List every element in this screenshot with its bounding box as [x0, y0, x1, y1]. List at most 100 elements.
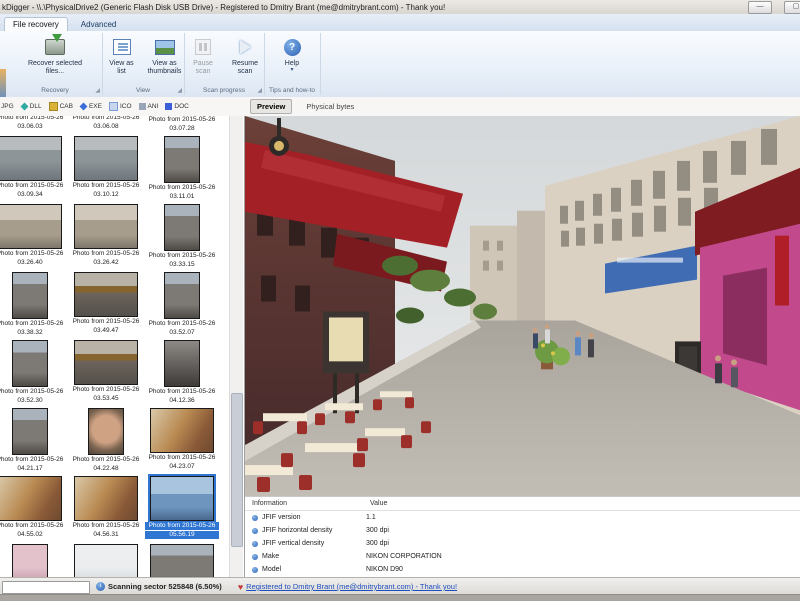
photo-thumbnail: [0, 204, 62, 249]
recovered-photo-item[interactable]: Photo from 2015-05-2605.59.10: [144, 542, 220, 577]
tab-advanced[interactable]: Advanced: [72, 17, 126, 31]
view-as-thumbnails-button[interactable]: View as thumbnails: [145, 36, 184, 76]
filetype-label: ANI: [148, 103, 159, 110]
recovered-photo-item[interactable]: Photo from 2015-05-2604.55.02: [0, 474, 68, 542]
filetype-label: CAB: [60, 103, 73, 110]
recovered-photo-item[interactable]: Photo from 2015-05-2603.38.32: [0, 270, 68, 338]
recovered-photo-item[interactable]: Photo from 2015-05-2603.07.28: [144, 116, 220, 134]
thumbnail-caption: Photo from 2015-05-26: [69, 116, 143, 122]
recovered-photo-item[interactable]: Photo from 2015-05-2603.33.15: [144, 202, 220, 270]
exe-file-icon: [80, 103, 88, 111]
recovered-photo-item[interactable]: Photo from 2015-05-2604.12.36: [144, 338, 220, 406]
maximize-button[interactable]: ▢: [784, 1, 800, 14]
photo-thumbnail: [150, 544, 214, 577]
recovered-photo-item[interactable]: Photo from 2015-05-2603.11.01: [144, 134, 220, 202]
filter-band: JPG DLL CAB EXE ICO ANI DOC Preview Physical b…: [0, 97, 800, 117]
preview-tab-bar: Preview Physical bytes: [250, 99, 360, 114]
group-label-tips: Tips and how-to: [264, 87, 320, 94]
pause-icon: [192, 36, 214, 58]
view-as-list-button[interactable]: View as list: [102, 36, 141, 76]
dialog-launcher-icon[interactable]: ◢: [177, 87, 182, 94]
photo-thumbnail: [88, 408, 124, 455]
info-bullet-icon: [252, 515, 258, 521]
filetype-exe[interactable]: EXE: [80, 103, 102, 110]
recover-selected-files-button[interactable]: Recover selected files...: [27, 36, 83, 76]
tab-file-recovery[interactable]: File recovery: [4, 17, 68, 31]
recovered-photo-item[interactable]: Photo from 2015-05-2603.49.47: [68, 270, 144, 338]
ribbon-group-view: View as list View as thumbnails View ◢: [102, 33, 185, 95]
scan-status-text: Scanning sector 525848 (6.50%): [108, 582, 222, 591]
filetype-label: JPG: [1, 103, 14, 110]
recovered-photo-item[interactable]: Photo from 2015-05-2603.26.40: [0, 202, 68, 270]
photo-thumbnail: [150, 408, 214, 453]
thumbnail-time: 03.26.40: [0, 259, 67, 267]
recovered-photo-item[interactable]: Photo from 2015-05-2603.52.07: [144, 270, 220, 338]
tab-preview[interactable]: Preview: [250, 99, 292, 114]
photo-preview-street-scene: [245, 116, 800, 496]
thumbnail-time: 03.53.45: [69, 395, 143, 403]
info-row-value: NIKON CORPORATION: [358, 553, 442, 560]
help-button[interactable]: ? Help ▾: [270, 36, 314, 73]
recovered-photo-item[interactable]: Photo from 2015-05-2605.58.22: [68, 542, 144, 577]
thumbnail-time: 04.23.07: [145, 463, 219, 471]
help-icon: ?: [281, 36, 303, 58]
recovered-photo-item[interactable]: Photo from 2015-05-2604.56.31: [68, 474, 144, 542]
recovered-photo-item[interactable]: Photo from 2015-05-2603.52.30: [0, 338, 68, 406]
info-table-row: MakeNIKON CORPORATION: [245, 550, 800, 563]
info-row-label: Make: [252, 553, 358, 560]
resume-scan-button[interactable]: Resume scan: [226, 36, 264, 76]
recovered-photo-item[interactable]: Photo from 2015-05-2605.56.19: [144, 474, 220, 542]
info-row-label: JFIF version: [252, 514, 358, 521]
filetype-label: DOC: [174, 103, 188, 110]
recovered-photo-item[interactable]: Photo from 2015-05-2605.57.40: [0, 542, 68, 577]
filetype-ico[interactable]: ICO: [109, 102, 132, 111]
chevron-down-icon: ▾: [290, 68, 293, 73]
info-label-text: JFIF version: [262, 514, 301, 521]
photo-thumbnail: [0, 476, 62, 521]
recovered-photo-item[interactable]: Photo from 2015-05-2603.53.45: [68, 338, 144, 406]
thumbnail-time: 03.06.08: [69, 123, 143, 131]
recovered-photo-item[interactable]: Photo from 2015-05-2603.06.03: [0, 116, 68, 134]
recovered-photo-item[interactable]: Photo from 2015-05-2604.23.07: [144, 406, 220, 474]
dialog-launcher-icon[interactable]: ◢: [95, 87, 100, 94]
info-row-value: 1.1: [358, 514, 376, 521]
thumbnail-time: 04.22.48: [69, 465, 143, 473]
thumbnail-time: 04.12.36: [145, 397, 219, 405]
recovered-photo-item[interactable]: Photo from 2015-05-2603.10.12: [68, 134, 144, 202]
cab-file-icon: [49, 102, 58, 111]
recovered-photo-item[interactable]: Photo from 2015-05-2604.21.17: [0, 406, 68, 474]
filetype-doc[interactable]: DOC: [165, 103, 188, 110]
thumbnail-time: 03.38.32: [0, 329, 67, 337]
minimize-button[interactable]: —: [748, 1, 772, 14]
filetype-ani[interactable]: ANI: [139, 103, 159, 110]
recovered-photo-item[interactable]: Photo from 2015-05-2603.06.08: [68, 116, 144, 134]
recovered-photo-item[interactable]: Photo from 2015-05-2603.26.42: [68, 202, 144, 270]
filetype-dll[interactable]: DLL: [21, 103, 42, 110]
vertical-scrollbar[interactable]: [229, 116, 243, 577]
info-row-label: JFIF vertical density: [252, 540, 358, 547]
filetype-label: DLL: [30, 103, 42, 110]
window-title: kDigger - \\.\PhysicalDrive2 (Generic Fl…: [0, 3, 445, 12]
photo-thumbnail: [12, 544, 48, 577]
thumbnail-caption: Photo from 2015-05-26: [145, 320, 219, 328]
thumbnail-caption: Photo from 2015-05-26: [69, 386, 143, 394]
thumbnail-caption: Photo from 2015-05-26: [0, 182, 67, 190]
thumbnail-view-icon: [154, 36, 176, 58]
recovered-photo-item[interactable]: Photo from 2015-05-2603.09.34: [0, 134, 68, 202]
info-table-row: JFIF horizontal density300 dpi: [245, 524, 800, 537]
filetype-jpg[interactable]: JPG: [0, 103, 14, 110]
file-info-table: Information Value JFIF version 1.1 JFIF ho…: [245, 496, 800, 577]
info-table-header: Information Value: [245, 497, 800, 511]
dialog-launcher-icon[interactable]: ◢: [257, 87, 262, 94]
recovered-photo-item[interactable]: Photo from 2015-05-2604.22.48: [68, 406, 144, 474]
scrollbar-thumb[interactable]: [231, 393, 243, 547]
tab-physical-bytes[interactable]: Physical bytes: [300, 100, 360, 113]
registration-link[interactable]: Registered to Dmitry Brant (me@dmitrybra…: [246, 582, 457, 591]
group-label-recovery: Recovery: [8, 87, 102, 94]
thumbnail-time: 04.21.17: [0, 465, 67, 473]
filetype-cab[interactable]: CAB: [49, 102, 73, 111]
info-row-value: 300 dpi: [358, 540, 389, 547]
thumbnail-time: 05.56.19: [145, 531, 219, 539]
pause-scan-button: Pause scan: [184, 36, 222, 76]
filetype-label: EXE: [89, 103, 102, 110]
